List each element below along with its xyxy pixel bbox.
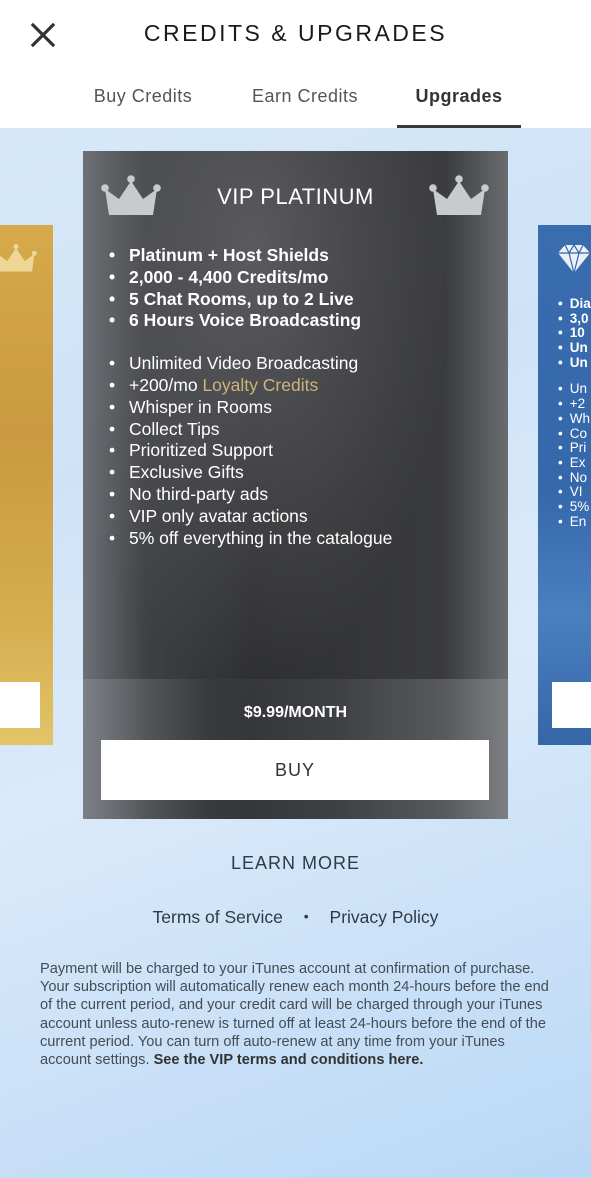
feature-text: 5% off everything in the catalogue xyxy=(129,527,393,548)
loyalty-credits-highlight: Loyalty Credits xyxy=(202,374,319,395)
feature-item: Platinum + Host Shields xyxy=(109,245,392,267)
feature-item: Exclusive Gifts xyxy=(109,462,392,484)
feature-item: Wh xyxy=(558,411,591,427)
tab-label: Earn Credits xyxy=(251,86,359,106)
feature-text: Collect Tips xyxy=(129,418,220,439)
feature-item: 5% off everything in the catalogue xyxy=(109,528,392,550)
upgrades-content: VIP PLATINUM Platinum + Host Shields 2,0… xyxy=(0,128,591,1178)
buy-button-label: BUY xyxy=(274,759,315,780)
feature-text: Whisper in Rooms xyxy=(129,396,272,417)
feature-item: 5 Chat Rooms, up to 2 Live xyxy=(109,289,392,311)
feature-item: Collect Tips xyxy=(109,419,392,441)
diamond-feature-list: Dia 3,0 10 Un Un Un +2 Wh Co Pri Ex No V… xyxy=(558,296,591,530)
feature-item: 2,000 - 4,400 Credits/mo xyxy=(109,267,392,289)
tab-bar: Buy Credits Earn Credits Upgrades xyxy=(0,86,591,128)
tab-earn-credits[interactable]: Earn Credits xyxy=(233,86,377,128)
feature-item: Pri xyxy=(558,440,591,456)
plan-card-diamond[interactable]: Dia 3,0 10 Un Un Un +2 Wh Co Pri Ex No V… xyxy=(538,225,591,745)
tab-label: Buy Credits xyxy=(93,86,193,106)
header: CREDITS & UPGRADES Buy Credits Earn Cred… xyxy=(0,0,591,128)
page-title: CREDITS & UPGRADES xyxy=(143,20,448,46)
legal-links: Terms of Service • Privacy Policy xyxy=(0,907,591,928)
tab-label: Upgrades xyxy=(415,86,503,106)
feature-item: Un xyxy=(558,340,591,356)
feature-item: Prioritized Support xyxy=(109,440,392,462)
feature-item: 10 xyxy=(558,326,591,341)
feature-item: +2 xyxy=(558,396,591,412)
feature-item: VI xyxy=(558,485,591,500)
tab-buy-credits[interactable]: Buy Credits xyxy=(72,86,214,128)
terms-of-service-link[interactable]: Terms of Service xyxy=(153,907,283,927)
buy-button[interactable]: BUY xyxy=(101,740,489,800)
feature-item: Dia xyxy=(558,296,591,312)
feature-item: Un xyxy=(558,355,591,371)
plan-card-platinum: VIP PLATINUM Platinum + Host Shields 2,0… xyxy=(83,151,508,819)
feature-item: No xyxy=(558,470,591,486)
subscription-disclaimer: Payment will be charged to your iTunes a… xyxy=(40,960,555,1069)
feature-item: Co xyxy=(558,426,591,442)
diamond-icon xyxy=(558,243,590,274)
feature-item: VIP only avatar actions xyxy=(109,506,392,528)
feature-text: +200/mo xyxy=(129,374,203,395)
feature-text: No third-party ads xyxy=(129,483,269,504)
feature-list: Platinum + Host Shields 2,000 - 4,400 Cr… xyxy=(109,245,392,549)
plan-price: $9.99/MONTH xyxy=(243,704,348,721)
separator-dot: • xyxy=(303,908,309,924)
feature-item: 3,0 xyxy=(558,311,591,327)
feature-item: Un xyxy=(558,382,591,397)
feature-text: Exclusive Gifts xyxy=(129,462,244,483)
feature-item: 6 Hours Voice Broadcasting xyxy=(109,310,392,332)
plan-card-gold[interactable] xyxy=(0,225,53,745)
feature-item: Ex xyxy=(558,455,591,471)
feature-item: 5% xyxy=(558,499,591,515)
feature-item: +200/mo Loyalty Credits xyxy=(109,375,392,397)
feature-item: Unlimited Video Broadcasting xyxy=(109,353,392,375)
tab-upgrades[interactable]: Upgrades xyxy=(397,86,521,128)
crown-icon xyxy=(429,175,489,215)
feature-item: No third-party ads xyxy=(109,484,392,506)
diamond-buy-button[interactable] xyxy=(552,682,591,728)
crown-icon xyxy=(0,243,37,272)
learn-more-link[interactable]: LEARN MORE xyxy=(0,853,591,874)
vip-terms-link[interactable]: See the VIP terms and conditions here. xyxy=(154,1052,424,1068)
feature-text: Prioritized Support xyxy=(129,440,273,461)
privacy-policy-link[interactable]: Privacy Policy xyxy=(330,907,439,927)
feature-item: Whisper in Rooms xyxy=(109,397,392,419)
feature-item: En xyxy=(558,514,591,530)
gold-buy-button[interactable] xyxy=(0,682,40,728)
feature-text: VIP only avatar actions xyxy=(129,505,308,526)
feature-text: Unlimited Video Broadcasting xyxy=(129,353,359,374)
